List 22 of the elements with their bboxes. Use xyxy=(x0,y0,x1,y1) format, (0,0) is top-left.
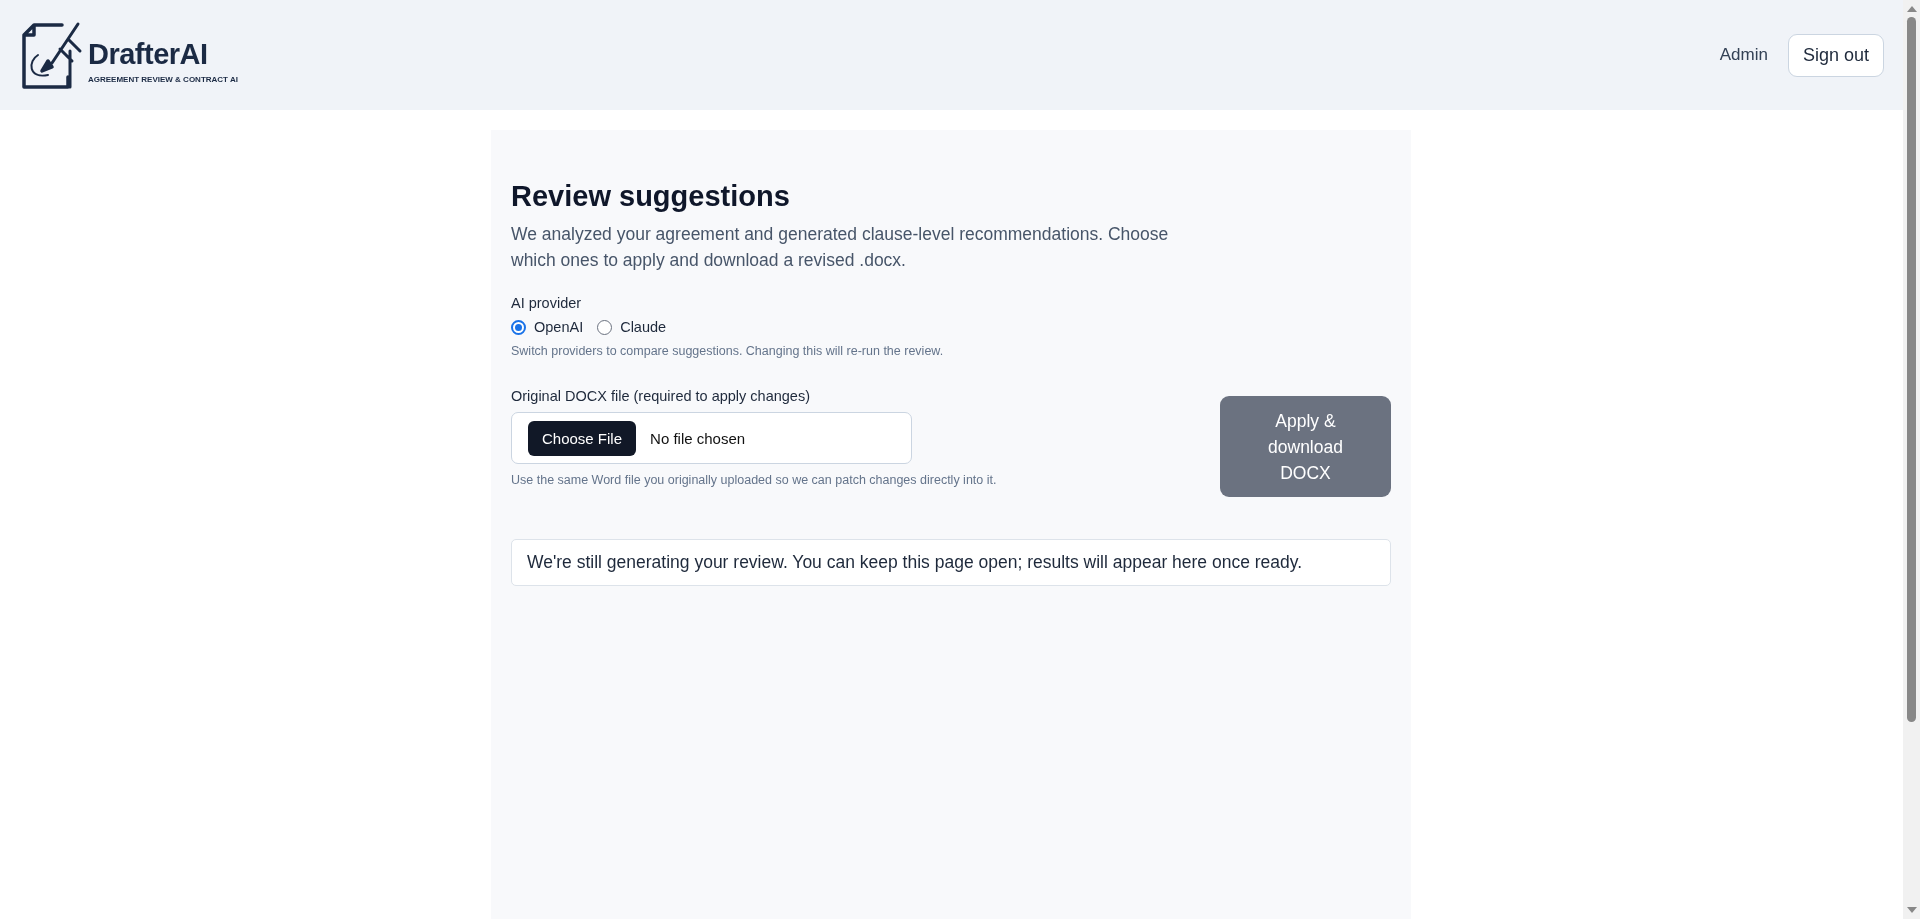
sign-out-button[interactable]: Sign out xyxy=(1787,33,1884,77)
file-status: No file chosen xyxy=(650,429,746,447)
radio-label[interactable]: Claude xyxy=(620,319,667,335)
scrollbar-thumb[interactable] xyxy=(1907,17,1916,722)
file-input-field[interactable]: Choose File No file chosen xyxy=(511,412,912,464)
page-title: Review suggestions xyxy=(511,180,791,213)
provider-label: AI provider xyxy=(511,295,583,311)
radio-label[interactable]: OpenAI xyxy=(534,319,584,335)
status-message: We're still generating your review. You can keep this page open; results will appear here once ready. xyxy=(511,539,1391,586)
radio-button[interactable] xyxy=(597,319,613,335)
brand-tagline: AGREEMENT REVIEW & CONTRACT AI xyxy=(88,75,238,84)
scroll-up-icon[interactable] xyxy=(1906,5,1917,13)
logo-icon xyxy=(20,21,84,89)
file-hint: Use the same Word file you originally uploaded so we can patch changes directly into it. xyxy=(511,473,997,487)
file-label: Original DOCX file (required to apply changes) xyxy=(511,388,811,404)
user-name: Admin xyxy=(1719,45,1768,65)
radio-button[interactable] xyxy=(511,319,526,335)
provider-hint: Switch providers to compare suggestions. Changing this will re-run the review. xyxy=(511,344,945,358)
brand-name: DrafterAI xyxy=(88,40,209,69)
page-description: We analyzed your agreement and generated clause-level recommendations. Choose which ones to apply and download a revised .docx. xyxy=(511,223,1170,272)
choose-file-button[interactable]: Choose File xyxy=(528,420,637,456)
scroll-down-icon[interactable] xyxy=(1906,906,1917,914)
